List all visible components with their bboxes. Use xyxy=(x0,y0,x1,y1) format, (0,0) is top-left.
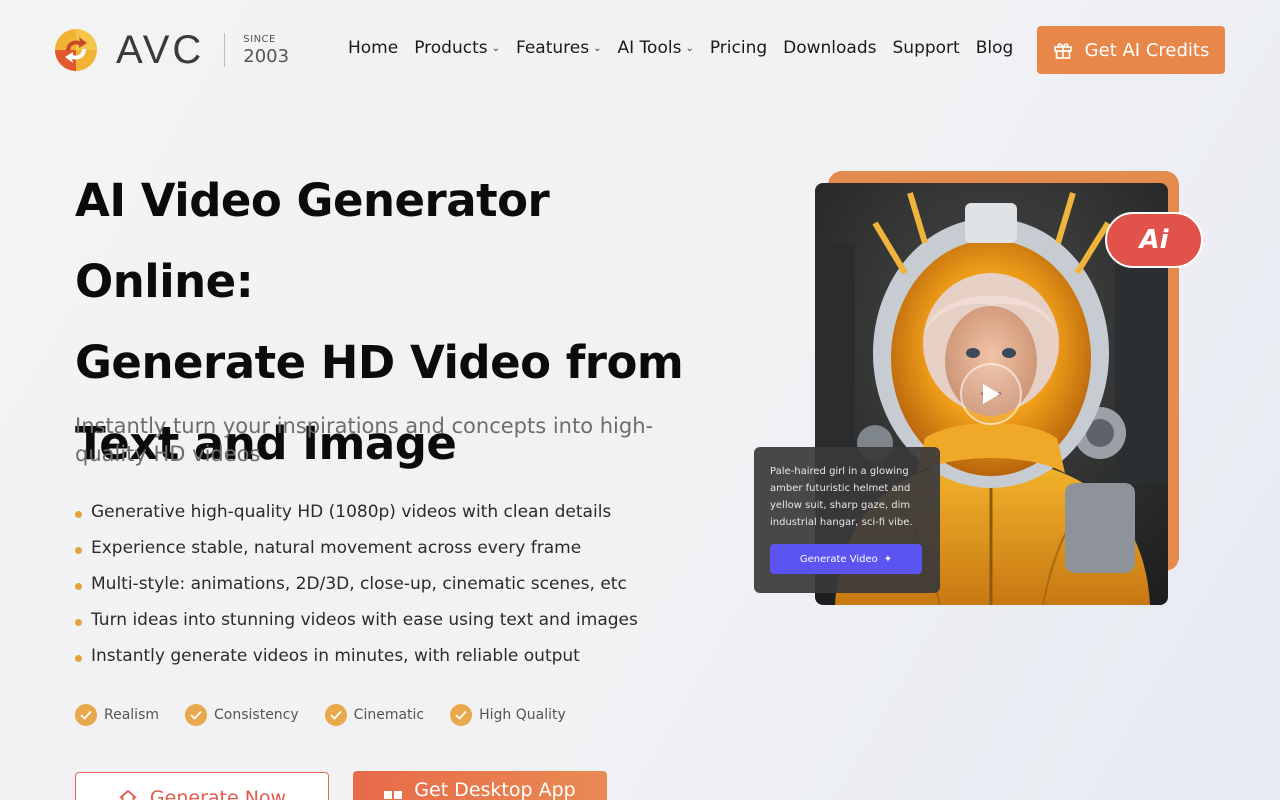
nav-blog[interactable]: Blog xyxy=(976,38,1014,58)
hero-title-line-1: AI Video Generator Online: xyxy=(75,174,550,308)
chevron-down-icon: ⌄ xyxy=(491,42,500,54)
prompt-card: Pale-haired girl in a glowing amber futu… xyxy=(754,447,940,593)
bullet-dot-icon xyxy=(75,654,82,662)
prompt-text: Pale-haired girl in a glowing amber futu… xyxy=(770,466,913,528)
since-year: 2003 xyxy=(243,45,290,67)
windows-icon xyxy=(384,791,403,799)
nav-pricing-label: Pricing xyxy=(709,38,768,58)
since-label: SINCE xyxy=(243,33,276,45)
since-block: SINCE 2003 xyxy=(243,33,290,67)
feature-tag-realism: Realism xyxy=(75,704,159,726)
ai-badge: Ai xyxy=(1105,212,1203,268)
feature-tag-consistency: Consistency xyxy=(185,704,299,726)
hero-title-line-2: Generate HD Video from xyxy=(75,336,684,389)
bullet-text: Turn ideas into stunning videos with eas… xyxy=(91,610,638,630)
brand-name: AVC xyxy=(116,28,205,72)
check-circle-icon xyxy=(324,704,347,726)
bullet-text: Generative high-quality HD (1080p) video… xyxy=(91,502,612,522)
list-item: Experience stable, natural movement acro… xyxy=(75,530,638,566)
bullet-dot-icon xyxy=(75,510,82,518)
get-desktop-app-label: Get Desktop App xyxy=(414,779,576,800)
bullet-dot-icon xyxy=(75,582,82,590)
nav-products[interactable]: Products ⌄ xyxy=(414,38,500,58)
nav-ai-tools[interactable]: AI Tools ⌄ xyxy=(618,38,694,58)
nav-blog-label: Blog xyxy=(975,38,1014,58)
sparkle-icon: ✦ xyxy=(883,553,893,565)
check-circle-icon xyxy=(185,704,208,726)
list-item: Instantly generate videos in minutes, wi… xyxy=(75,638,638,674)
check-circle-icon xyxy=(450,704,473,726)
logo-divider xyxy=(224,33,226,67)
get-ai-credits-label: Get AI Credits xyxy=(1084,39,1210,61)
bullet-dot-icon xyxy=(75,546,82,554)
check-circle-icon xyxy=(75,704,97,726)
generate-now-label: Generate Now xyxy=(149,787,287,800)
bullet-dot-icon xyxy=(75,618,82,626)
chevron-down-icon: ⌄ xyxy=(685,42,694,54)
feature-tag-cinematic: Cinematic xyxy=(324,704,425,726)
get-desktop-app-button[interactable]: Get Desktop App xyxy=(353,771,607,800)
main-nav: Home Products ⌄ Features ⌄ AI Tools ⌄ Prici… xyxy=(348,38,1029,58)
bullet-text: Instantly generate videos in minutes, wi… xyxy=(91,646,580,666)
nav-products-label: Products xyxy=(414,38,488,58)
bullet-text: Experience stable, natural movement acro… xyxy=(91,538,582,558)
generate-now-button[interactable]: Generate Now xyxy=(75,772,329,800)
nav-ai-tools-label: AI Tools xyxy=(617,38,682,58)
list-item: Multi-style: animations, 2D/3D, close-up… xyxy=(75,566,638,602)
chevron-down-icon: ⌄ xyxy=(593,42,602,54)
nav-home-label: Home xyxy=(348,38,399,58)
feature-tag-label: Consistency xyxy=(214,707,299,723)
nav-support-label: Support xyxy=(892,38,960,58)
get-ai-credits-button[interactable]: Get AI Credits xyxy=(1037,26,1225,74)
generate-video-label: Generate Video xyxy=(799,553,878,565)
nav-downloads[interactable]: Downloads xyxy=(783,38,876,58)
gift-icon xyxy=(1053,43,1072,59)
site-header: AVC SINCE 2003 Home Products ⌄ Features ⌄ … xyxy=(0,0,1280,100)
avc-logo-icon xyxy=(55,29,97,71)
list-item: Turn ideas into stunning videos with eas… xyxy=(75,602,638,638)
nav-home[interactable]: Home xyxy=(348,38,398,58)
generate-video-button[interactable]: Generate Video ✦ xyxy=(770,544,922,574)
play-video-button[interactable] xyxy=(960,363,1022,425)
nav-downloads-label: Downloads xyxy=(783,38,877,58)
nav-support[interactable]: Support xyxy=(893,38,960,58)
feature-tag-label: Cinematic xyxy=(353,707,425,723)
list-item: Generative high-quality HD (1080p) video… xyxy=(75,494,638,530)
nav-pricing[interactable]: Pricing xyxy=(710,38,767,58)
home-icon xyxy=(119,789,137,800)
nav-features[interactable]: Features ⌄ xyxy=(516,38,602,58)
feature-tag-label: High Quality xyxy=(479,707,566,723)
feature-tags: Realism Consistency Cinematic High Quali… xyxy=(75,704,592,726)
feature-tag-high-quality: High Quality xyxy=(450,704,566,726)
feature-bullet-list: Generative high-quality HD (1080p) video… xyxy=(75,494,638,674)
brand-logo[interactable]: AVC SINCE 2003 xyxy=(54,28,289,72)
bullet-text: Multi-style: animations, 2D/3D, close-up… xyxy=(91,574,627,594)
hero-subtitle: Instantly turn your inspirations and con… xyxy=(75,414,654,466)
play-icon xyxy=(983,384,1000,404)
feature-tag-label: Realism xyxy=(104,707,160,723)
nav-features-label: Features xyxy=(516,38,590,58)
